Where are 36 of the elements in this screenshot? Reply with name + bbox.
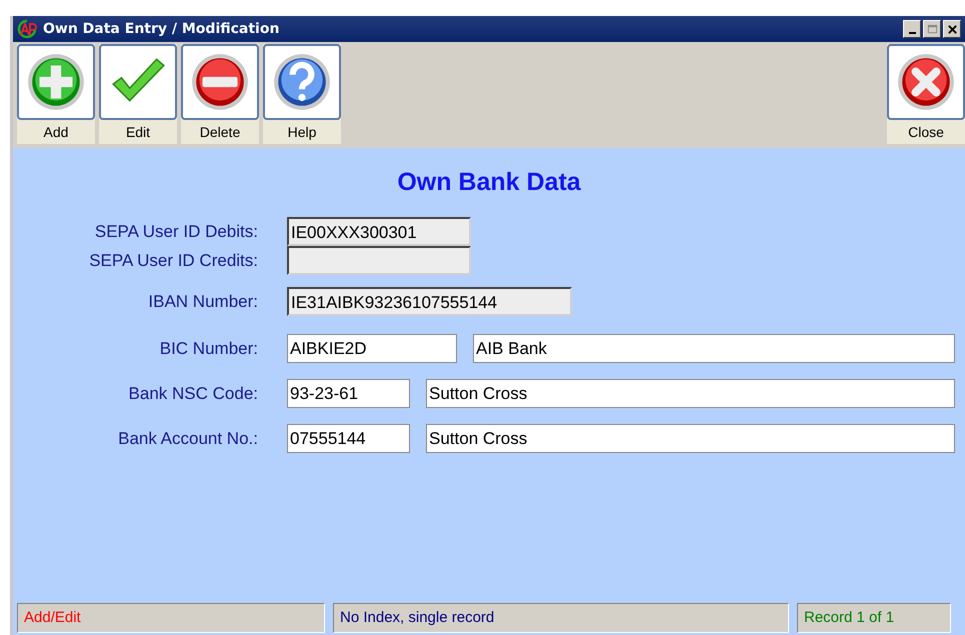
status-panel: Add/Edit: [17, 603, 325, 633]
input-field[interactable]: 93-23-61: [287, 379, 410, 408]
help-icon: [271, 51, 333, 113]
input-field[interactable]: 07555144: [287, 424, 410, 453]
status-panel: No Index, single record: [333, 603, 789, 633]
input-field[interactable]: Sutton Cross: [426, 424, 955, 453]
window-title: Own Data Entry / Modification: [43, 21, 280, 37]
field-label: IBAN Number:: [147, 292, 258, 312]
form-heading: Own Bank Data: [396, 168, 582, 197]
minus-icon: [189, 51, 251, 113]
app-logo-icon: [17, 19, 37, 39]
close-icon: [946, 24, 958, 34]
plus-icon: [25, 51, 87, 113]
edit-button[interactable]: Edit: [99, 44, 177, 144]
close-button[interactable]: [943, 20, 961, 38]
minimize-icon: [908, 32, 916, 34]
maximize-button[interactable]: [923, 20, 941, 38]
maximize-icon: [926, 24, 938, 34]
add-button[interactable]: Add: [17, 44, 95, 144]
help-button[interactable]: Help: [263, 44, 341, 144]
close-button[interactable]: Close: [887, 44, 965, 144]
minimize-button[interactable]: [903, 20, 921, 38]
delete-button[interactable]: Delete: [181, 44, 259, 144]
input-field[interactable]: IE31AIBK93236107555144: [287, 287, 572, 316]
input-field[interactable]: IE00XXX300301: [287, 217, 471, 246]
field-label: SEPA User ID Debits:: [94, 222, 258, 242]
status-panel: Record 1 of 1: [797, 603, 951, 633]
field-label: Bank Account No.:: [117, 428, 258, 448]
input-field[interactable]: [287, 246, 471, 275]
x-icon: [895, 51, 957, 113]
input-field[interactable]: AIB Bank: [473, 334, 955, 363]
field-label: BIC Number:: [158, 338, 258, 358]
field-label: SEPA User ID Credits:: [88, 250, 258, 270]
input-field[interactable]: AIBKIE2D: [287, 334, 457, 363]
field-label: Bank NSC Code:: [128, 384, 258, 404]
input-field[interactable]: Sutton Cross: [426, 379, 955, 408]
